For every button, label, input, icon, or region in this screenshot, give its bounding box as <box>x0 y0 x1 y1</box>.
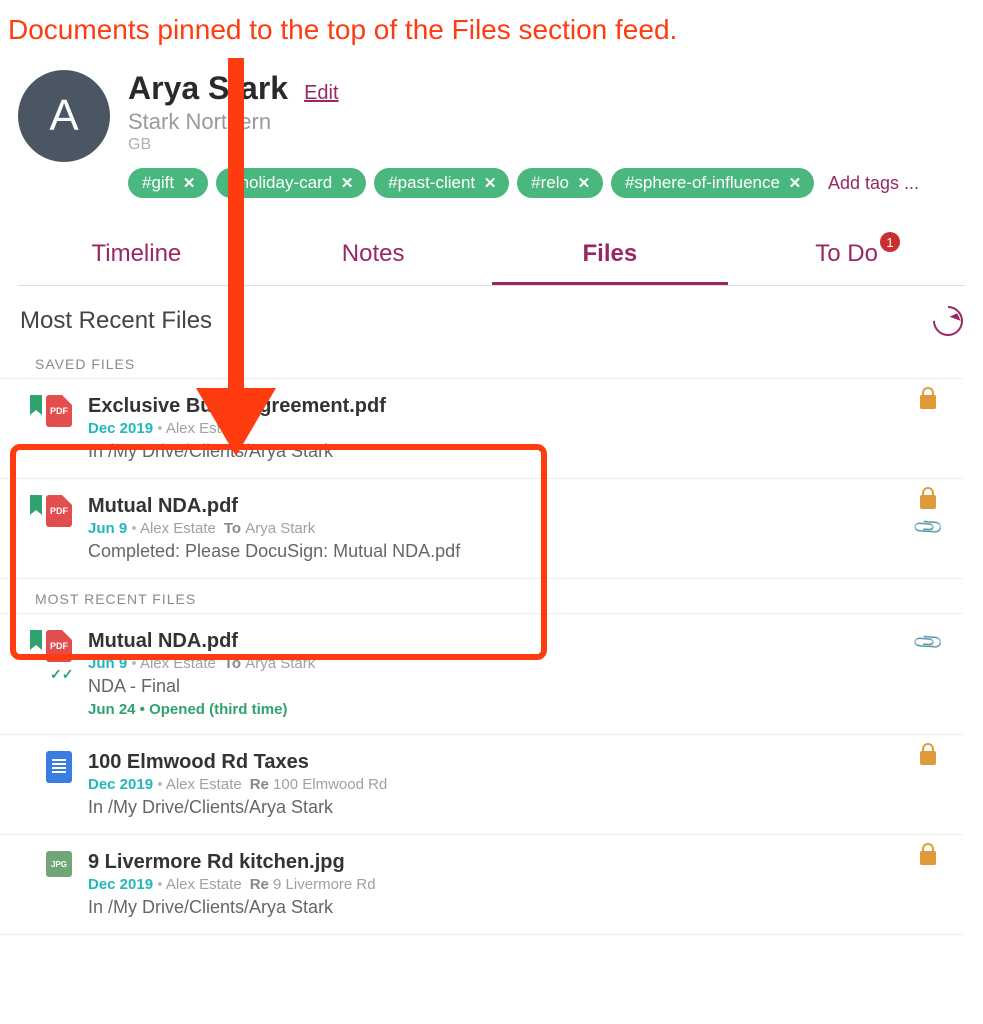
file-meta: Dec 2019 • Alex EstateRe 100 Elmwood Rd <box>88 776 913 793</box>
checkmark-icon: ✓✓ <box>50 666 73 683</box>
profile-header: A Arya Stark Edit Stark Northern GB #gif… <box>0 52 983 198</box>
file-row[interactable]: JPG 9 Livermore Rd kitchen.jpg Dec 2019 • … <box>0 835 963 935</box>
jpg-icon: JPG <box>46 851 72 877</box>
tag[interactable]: #relo ✕ <box>517 168 603 198</box>
file-desc: In /My Drive/Clients/Arya Stark <box>88 797 913 818</box>
file-row[interactable]: PDF ✓✓ Mutual NDA.pdf Jun 9 • Alex EstateTo… <box>0 614 963 735</box>
file-desc: Completed: Please DocuSign: Mutual NDA.p… <box>88 541 913 562</box>
tag-remove-icon[interactable]: ✕ <box>575 174 593 192</box>
file-desc: In /My Drive/Clients/Arya Stark <box>88 897 913 918</box>
lock-icon <box>920 751 936 765</box>
edit-link[interactable]: Edit <box>304 82 338 105</box>
doc-icon <box>46 751 72 783</box>
lock-icon <box>920 851 936 865</box>
pdf-icon: PDF <box>46 395 72 427</box>
lock-icon <box>920 395 936 409</box>
todo-badge: 1 <box>880 232 900 252</box>
tag-remove-icon[interactable]: ✕ <box>481 174 499 192</box>
tag[interactable]: #past-client ✕ <box>374 168 509 198</box>
annotation-arrow <box>176 58 296 463</box>
tag-label: #sphere-of-influence <box>625 173 780 193</box>
recent-files-label: MOST RECENT FILES <box>0 579 963 614</box>
file-row[interactable]: PDFExclusive Buyer agreement.pdfDec 2019… <box>0 379 963 479</box>
tag-label: #relo <box>531 173 569 193</box>
tag-remove-icon[interactable]: ✕ <box>338 174 356 192</box>
tab-files[interactable]: Files <box>492 240 729 285</box>
saved-files-label: SAVED FILES <box>0 344 963 379</box>
tab-todo[interactable]: To Do 1 <box>728 240 965 285</box>
file-name: Mutual NDA.pdf <box>88 630 913 653</box>
file-row[interactable]: 100 Elmwood Rd Taxes Dec 2019 • Alex Esta… <box>0 735 963 835</box>
bookmark-icon <box>30 495 42 515</box>
bookmark-icon <box>30 395 42 415</box>
refresh-icon[interactable] <box>927 300 969 342</box>
tab-todo-label: To Do <box>815 240 878 267</box>
annotation-text: Documents pinned to the top of the Files… <box>0 0 983 52</box>
pdf-icon: PDF <box>46 495 72 527</box>
file-name: 9 Livermore Rd kitchen.jpg <box>88 851 913 874</box>
tabs: Timeline Notes Files To Do 1 <box>18 240 965 286</box>
avatar[interactable]: A <box>18 70 110 162</box>
file-status: Jun 24 • Opened (third time) <box>88 701 913 718</box>
tag-label: #past-client <box>388 173 475 193</box>
file-meta: Dec 2019 • Alex EstateRe 9 Livermore Rd <box>88 876 913 893</box>
attachment-icon: 📎 <box>910 510 945 545</box>
file-name: Mutual NDA.pdf <box>88 495 913 518</box>
tag-label: #gift <box>142 173 174 193</box>
tag[interactable]: #sphere-of-influence ✕ <box>611 168 814 198</box>
pdf-icon: PDF <box>46 630 72 662</box>
add-tags-link[interactable]: Add tags ... <box>822 173 919 194</box>
tag-remove-icon[interactable]: ✕ <box>786 174 804 192</box>
lock-icon <box>920 495 936 509</box>
file-meta: Jun 9 • Alex EstateTo Arya Stark <box>88 520 913 537</box>
file-meta: Jun 9 • Alex EstateTo Arya Stark <box>88 655 913 672</box>
bookmark-icon <box>30 630 42 650</box>
attachment-icon: 📎 <box>910 625 945 660</box>
file-name: 100 Elmwood Rd Taxes <box>88 751 913 774</box>
file-desc: NDA - Final <box>88 676 913 697</box>
file-row[interactable]: PDF Mutual NDA.pdf Jun 9 • Alex EstateTo A… <box>0 479 963 579</box>
